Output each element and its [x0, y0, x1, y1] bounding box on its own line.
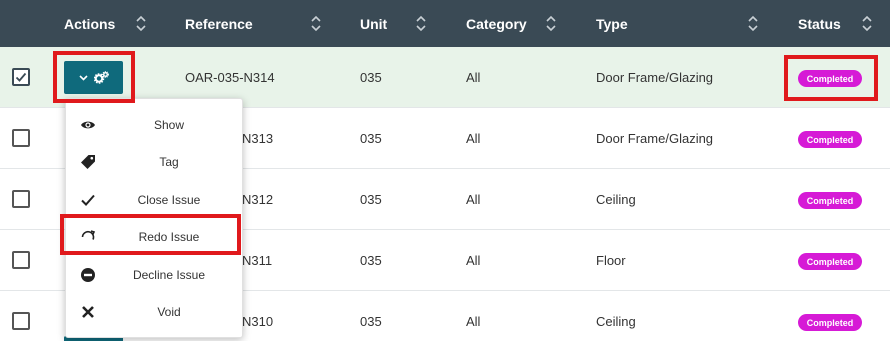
cell-unit: 035 — [360, 69, 382, 85]
header-unit[interactable]: Unit — [360, 0, 387, 47]
cell-category: All — [466, 252, 481, 268]
menu-item-show[interactable]: Show — [66, 106, 242, 143]
sort-icon[interactable] — [546, 15, 556, 32]
checkmark-icon — [15, 72, 27, 82]
cell-unit: 035 — [360, 313, 382, 329]
row-checkbox[interactable] — [12, 251, 30, 269]
menu-item-label: Decline Issue — [132, 267, 206, 282]
sort-icon[interactable] — [416, 15, 426, 32]
menu-item-label: Void — [157, 304, 181, 319]
eye-icon — [81, 121, 95, 129]
menu-item-label: Tag — [159, 154, 179, 169]
row-checkbox[interactable] — [12, 190, 30, 208]
cell-unit: 035 — [360, 252, 382, 268]
cell-category: All — [466, 191, 481, 207]
row-checkbox[interactable] — [12, 68, 30, 86]
status-badge: Completed — [798, 131, 862, 148]
cell-reference: N310 — [242, 313, 274, 329]
menu-item-label: Close Issue — [137, 192, 201, 207]
cell-unit: 035 — [360, 191, 382, 207]
cell-type: Door Frame/Glazing — [596, 130, 714, 146]
header-reference[interactable]: Reference — [185, 0, 253, 47]
x-icon — [82, 306, 94, 318]
menu-item-label: Redo Issue — [138, 229, 200, 244]
menu-item-void[interactable]: Void — [66, 293, 242, 330]
sort-icon[interactable] — [311, 15, 321, 32]
actions-button[interactable] — [64, 61, 123, 94]
sort-icon[interactable] — [136, 15, 146, 32]
status-badge: Completed — [798, 314, 862, 331]
minus-circle-icon — [81, 268, 95, 282]
cell-reference: N311 — [242, 252, 273, 268]
tag-icon — [81, 155, 95, 169]
header-type[interactable]: Type — [596, 0, 628, 47]
table-header: Actions Reference Unit Category Type Sta… — [0, 0, 890, 47]
gears-icon — [93, 71, 109, 84]
menu-item-decline-issue[interactable]: Decline Issue — [66, 256, 242, 293]
row-checkbox[interactable] — [12, 129, 30, 147]
cell-category: All — [466, 130, 481, 146]
menu-item-tag[interactable]: Tag — [66, 143, 242, 180]
cell-unit: 035 — [360, 130, 382, 146]
menu-item-redo-issue[interactable]: Redo Issue — [66, 218, 242, 255]
cell-category: All — [466, 69, 481, 85]
header-status[interactable]: Status — [798, 0, 841, 47]
cell-type: Door Frame/Glazing — [596, 69, 714, 85]
chevron-down-icon — [78, 74, 88, 81]
cell-reference: N313 — [242, 130, 274, 146]
status-badge: Completed — [798, 253, 862, 270]
cell-type: Floor — [596, 252, 626, 268]
cell-reference: N312 — [242, 191, 274, 207]
status-badge: Completed — [798, 70, 862, 87]
header-actions[interactable]: Actions — [64, 0, 115, 47]
redo-icon — [81, 230, 96, 240]
header-category[interactable]: Category — [466, 0, 527, 47]
cell-category: All — [466, 313, 481, 329]
status-badge: Completed — [798, 192, 862, 209]
check-icon — [81, 194, 95, 206]
sort-icon[interactable] — [748, 15, 758, 32]
cell-type: Ceiling — [596, 191, 636, 207]
cell-type: Ceiling — [596, 313, 636, 329]
menu-item-label: Show — [153, 117, 185, 132]
menu-item-close-issue[interactable]: Close Issue — [66, 181, 242, 218]
row-checkbox[interactable] — [12, 312, 30, 330]
sort-icon[interactable] — [862, 15, 872, 32]
actions-dropdown-menu: Show Tag Close Issue Redo Issue Decline … — [65, 98, 243, 338]
